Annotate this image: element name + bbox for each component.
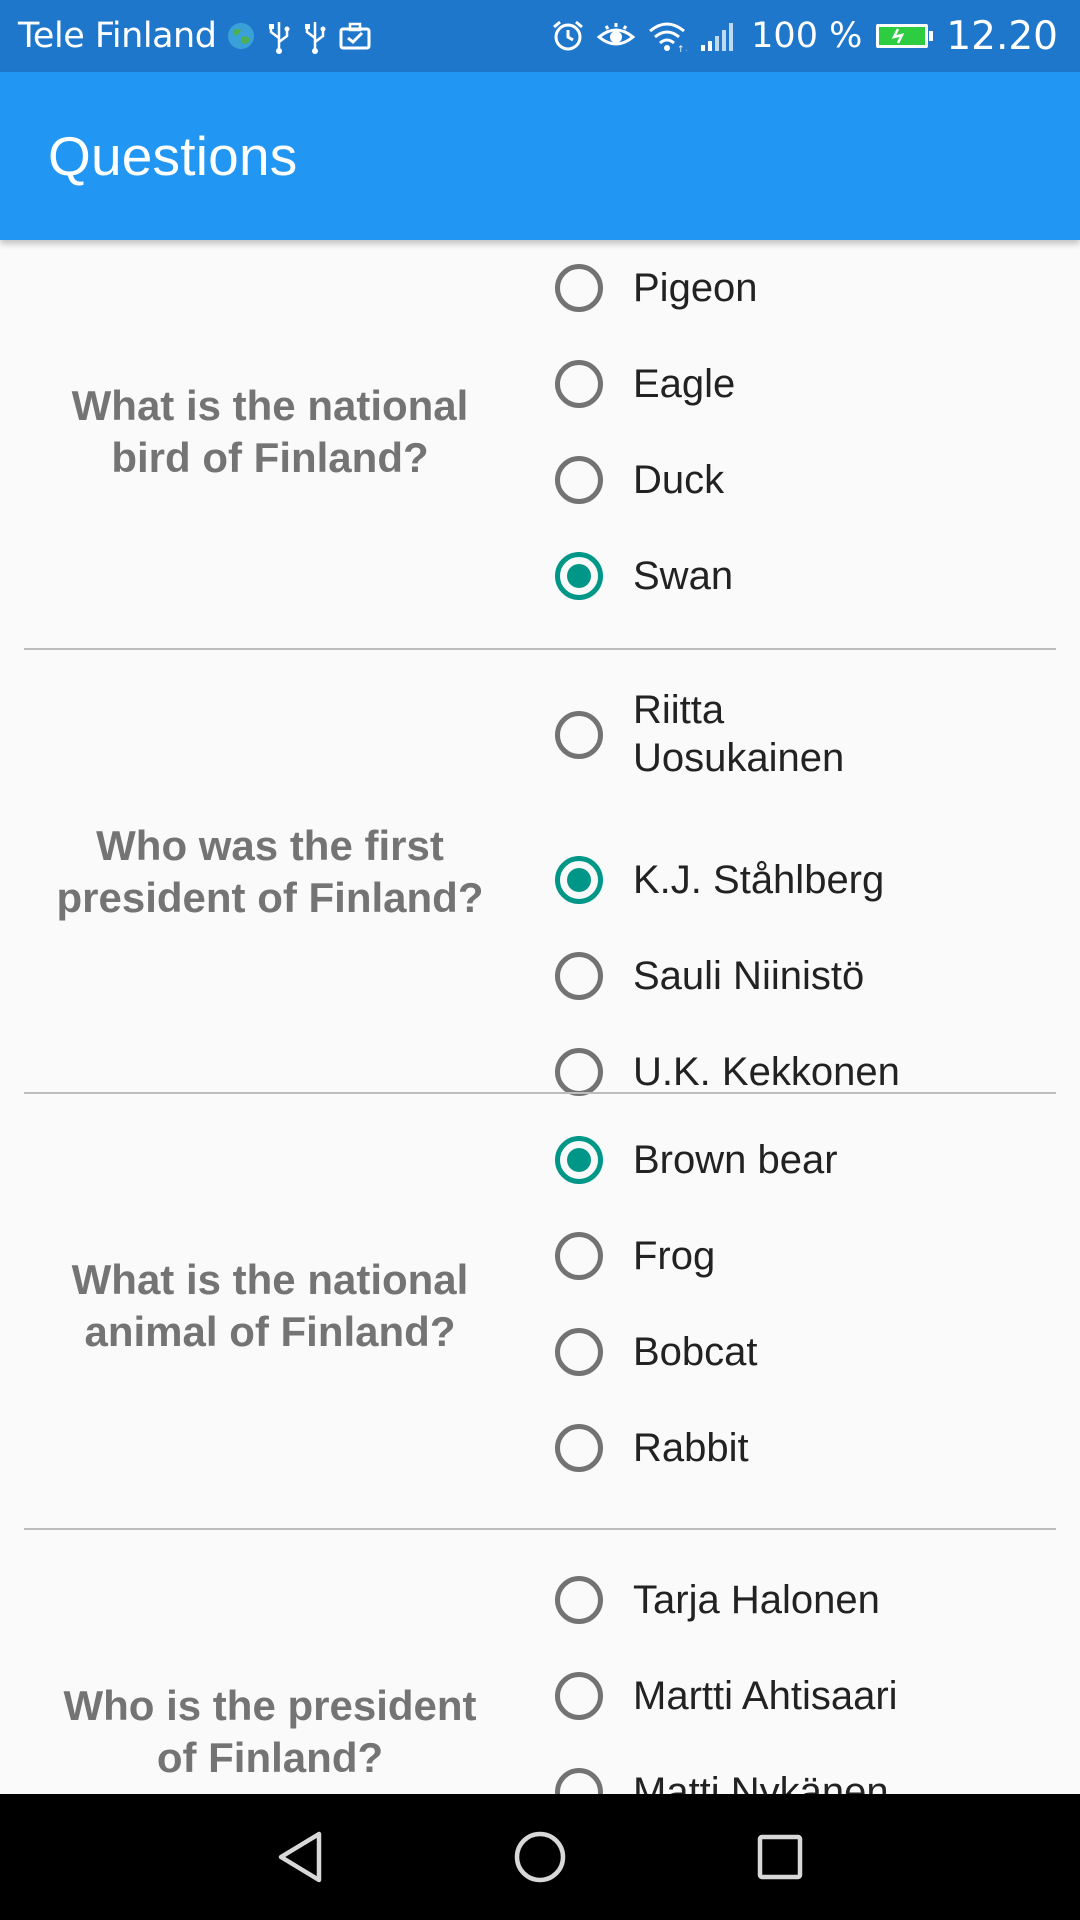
- divider: [24, 1092, 1056, 1094]
- answer-option[interactable]: Martti Ahtisaari: [555, 1672, 898, 1720]
- svg-text:↑↓: ↑↓: [677, 45, 687, 53]
- option-label[interactable]: Brown bear: [633, 1136, 838, 1184]
- home-icon[interactable]: [510, 1827, 570, 1887]
- option-label[interactable]: Swan: [633, 552, 733, 600]
- answer-option[interactable]: Tarja Halonen: [555, 1576, 880, 1624]
- question-text: Who was the first president of Finland?: [56, 822, 484, 921]
- answer-option[interactable]: Swan: [555, 552, 733, 600]
- option-label[interactable]: Rabbit: [633, 1424, 749, 1472]
- option-label[interactable]: Duck: [633, 456, 724, 504]
- question-text: What is the national animal of Finland?: [71, 1256, 469, 1355]
- radio-button[interactable]: [555, 1672, 603, 1720]
- radio-button[interactable]: [555, 1328, 603, 1376]
- question-text: What is the national bird of Finland?: [71, 382, 469, 481]
- option-label[interactable]: Martti Ahtisaari: [633, 1672, 898, 1720]
- navigation-bar: [0, 1794, 1080, 1920]
- question-list[interactable]: What is the national bird of Finland? Pi…: [0, 240, 1080, 1794]
- radio-button[interactable]: [555, 456, 603, 504]
- signal-icon: [699, 16, 739, 56]
- answer-option[interactable]: K.J. Ståhlberg: [555, 856, 884, 904]
- answer-option[interactable]: Rabbit: [555, 1424, 749, 1472]
- answer-option[interactable]: Duck: [555, 456, 724, 504]
- radio-button[interactable]: [555, 1232, 603, 1280]
- answer-option[interactable]: Pigeon: [555, 264, 758, 312]
- option-label[interactable]: Frog: [633, 1232, 715, 1280]
- briefcase-icon: [338, 16, 372, 56]
- radio-button-selected[interactable]: [555, 552, 603, 600]
- radio-button[interactable]: [555, 1768, 603, 1794]
- answer-option[interactable]: Riitta Uosukainen: [555, 686, 883, 782]
- wifi-icon: ↑↓: [647, 16, 687, 56]
- answer-option[interactable]: U.K. Kekkonen: [555, 1048, 900, 1096]
- usb-icon: [302, 16, 328, 56]
- option-label[interactable]: Eagle: [633, 360, 735, 408]
- status-bar: Tele Finland ↑ 100 % 12.20: [0, 0, 1080, 72]
- option-label[interactable]: Pigeon: [633, 264, 758, 312]
- divider: [24, 1528, 1056, 1530]
- status-bar-right: ↑↓ 100 % 12.20: [551, 0, 1058, 72]
- radio-button[interactable]: [555, 360, 603, 408]
- eye-icon: [597, 16, 636, 56]
- usb-icon: [266, 16, 292, 56]
- option-label[interactable]: Sauli Niinistö: [633, 952, 864, 1000]
- answer-option[interactable]: Matti Nykänen: [555, 1768, 889, 1794]
- radio-button[interactable]: [555, 711, 603, 759]
- globe-icon: [226, 16, 256, 56]
- option-label[interactable]: K.J. Ståhlberg: [633, 856, 884, 904]
- battery-percent: 100 %: [751, 16, 863, 56]
- radio-button[interactable]: [555, 1048, 603, 1096]
- radio-button[interactable]: [555, 264, 603, 312]
- recents-icon[interactable]: [750, 1827, 810, 1887]
- option-label[interactable]: Bobcat: [633, 1328, 758, 1376]
- alarm-icon: [551, 16, 585, 56]
- answer-option[interactable]: Eagle: [555, 360, 735, 408]
- app-bar: Questions: [0, 72, 1080, 240]
- clock: 12.20: [946, 13, 1058, 59]
- answer-option[interactable]: Frog: [555, 1232, 715, 1280]
- radio-button[interactable]: [555, 1424, 603, 1472]
- back-icon[interactable]: [270, 1827, 330, 1887]
- question-text: Who is the president of Finland?: [63, 1682, 477, 1781]
- radio-button[interactable]: [555, 952, 603, 1000]
- answer-option[interactable]: Sauli Niinistö: [555, 952, 864, 1000]
- option-label[interactable]: U.K. Kekkonen: [633, 1048, 900, 1096]
- page-title: Questions: [48, 125, 298, 187]
- radio-button[interactable]: [555, 1576, 603, 1624]
- status-bar-left: Tele Finland: [18, 0, 372, 72]
- answer-option[interactable]: Bobcat: [555, 1328, 758, 1376]
- battery-icon: [874, 16, 934, 56]
- option-label[interactable]: Matti Nykänen: [633, 1768, 889, 1794]
- option-label[interactable]: Riitta Uosukainen: [633, 686, 883, 782]
- divider: [24, 648, 1056, 650]
- carrier-name: Tele Finland: [18, 16, 217, 56]
- option-label[interactable]: Tarja Halonen: [633, 1576, 880, 1624]
- radio-button-selected[interactable]: [555, 1136, 603, 1184]
- radio-button-selected[interactable]: [555, 856, 603, 904]
- answer-option[interactable]: Brown bear: [555, 1136, 838, 1184]
